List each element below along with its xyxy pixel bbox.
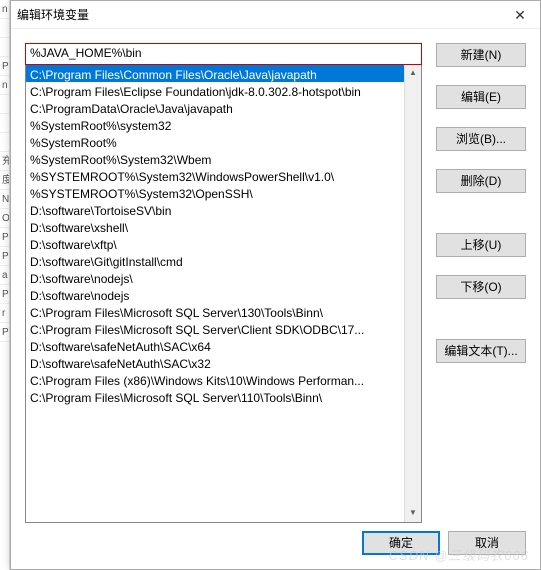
scrollbar[interactable]: ▲ ▼ (404, 65, 421, 522)
close-icon[interactable]: ✕ (506, 5, 534, 25)
list-item[interactable]: C:\Program Files\Microsoft SQL Server\11… (26, 388, 421, 405)
list-item[interactable]: %SystemRoot%\system32 (26, 116, 421, 133)
bg-row: r (0, 304, 9, 323)
scroll-up-icon[interactable]: ▲ (405, 65, 421, 82)
list-item[interactable]: C:\Program Files\Common Files\Oracle\Jav… (26, 65, 421, 82)
scroll-down-icon[interactable]: ▼ (405, 505, 421, 522)
list-item[interactable]: C:\Program Files\Eclipse Foundation\jdk-… (26, 82, 421, 99)
bg-row: P (0, 323, 9, 342)
list-item[interactable]: D:\software\safeNetAuth\SAC\x64 (26, 337, 421, 354)
ok-button[interactable]: 确定 (362, 531, 440, 555)
bg-row (0, 38, 9, 57)
move-down-button[interactable]: 下移(O) (436, 275, 526, 299)
list-item[interactable]: D:\software\TortoiseSV\bin (26, 201, 421, 218)
list-item[interactable]: C:\Program Files\Microsoft SQL Server\13… (26, 303, 421, 320)
edit-text-button[interactable]: 编辑文本(T)... (436, 339, 526, 363)
bg-row (0, 95, 9, 114)
bg-row: n (0, 76, 9, 95)
list-item[interactable]: C:\Program Files (x86)\Windows Kits\10\W… (26, 371, 421, 388)
bg-row: P (0, 228, 9, 247)
list-item[interactable]: %SystemRoot% (26, 133, 421, 150)
bg-row: 度 (0, 171, 9, 190)
list-item[interactable]: D:\software\nodejs\ (26, 269, 421, 286)
dialog-footer: 确定 取消 (362, 531, 526, 555)
list-item[interactable]: %SystemRoot%\System32\Wbem (26, 150, 421, 167)
cancel-button[interactable]: 取消 (448, 531, 526, 555)
edit-button[interactable]: 编辑(E) (436, 85, 526, 109)
bg-row: P (0, 57, 9, 76)
bg-row: 充 (0, 152, 9, 171)
env-var-dialog: 编辑环境变量 ✕ %JAVA_HOME%\bin C:\Program File… (10, 0, 541, 570)
bg-row: P (0, 285, 9, 304)
dialog-content: %JAVA_HOME%\bin C:\Program Files\Common … (11, 29, 540, 569)
dialog-title: 编辑环境变量 (17, 6, 506, 23)
move-up-button[interactable]: 上移(U) (436, 233, 526, 257)
button-sidebar: 新建(N) 编辑(E) 浏览(B)... 删除(D) 上移(U) 下移(O) 编… (436, 43, 526, 523)
bg-row: N (0, 190, 9, 209)
list-item[interactable]: D:\software\xshell\ (26, 218, 421, 235)
list-item[interactable]: D:\software\safeNetAuth\SAC\x32 (26, 354, 421, 371)
list-item[interactable]: D:\software\xftp\ (26, 235, 421, 252)
bg-row: P (0, 247, 9, 266)
list-item[interactable]: %SYSTEMROOT%\System32\WindowsPowerShell\… (26, 167, 421, 184)
path-edit-input[interactable]: %JAVA_HOME%\bin (25, 43, 422, 65)
browse-button[interactable]: 浏览(B)... (436, 127, 526, 151)
list-item[interactable]: D:\software\nodejs (26, 286, 421, 303)
bg-row: O (0, 209, 9, 228)
bg-row (0, 133, 9, 152)
bg-row (0, 114, 9, 133)
list-item[interactable]: C:\Program Files\Microsoft SQL Server\Cl… (26, 320, 421, 337)
bg-row (0, 19, 9, 38)
bg-row: n (0, 0, 9, 19)
background-strip: nPn充度NOPPaPrP (0, 0, 10, 570)
list-item[interactable]: C:\ProgramData\Oracle\Java\javapath (26, 99, 421, 116)
titlebar: 编辑环境变量 ✕ (11, 1, 540, 29)
bg-row: a (0, 266, 9, 285)
delete-button[interactable]: 删除(D) (436, 169, 526, 193)
path-listbox[interactable]: C:\Program Files\Common Files\Oracle\Jav… (25, 64, 422, 523)
new-button[interactable]: 新建(N) (436, 43, 526, 67)
list-item[interactable]: D:\software\Git\gitInstall\cmd (26, 252, 421, 269)
list-item[interactable]: %SYSTEMROOT%\System32\OpenSSH\ (26, 184, 421, 201)
